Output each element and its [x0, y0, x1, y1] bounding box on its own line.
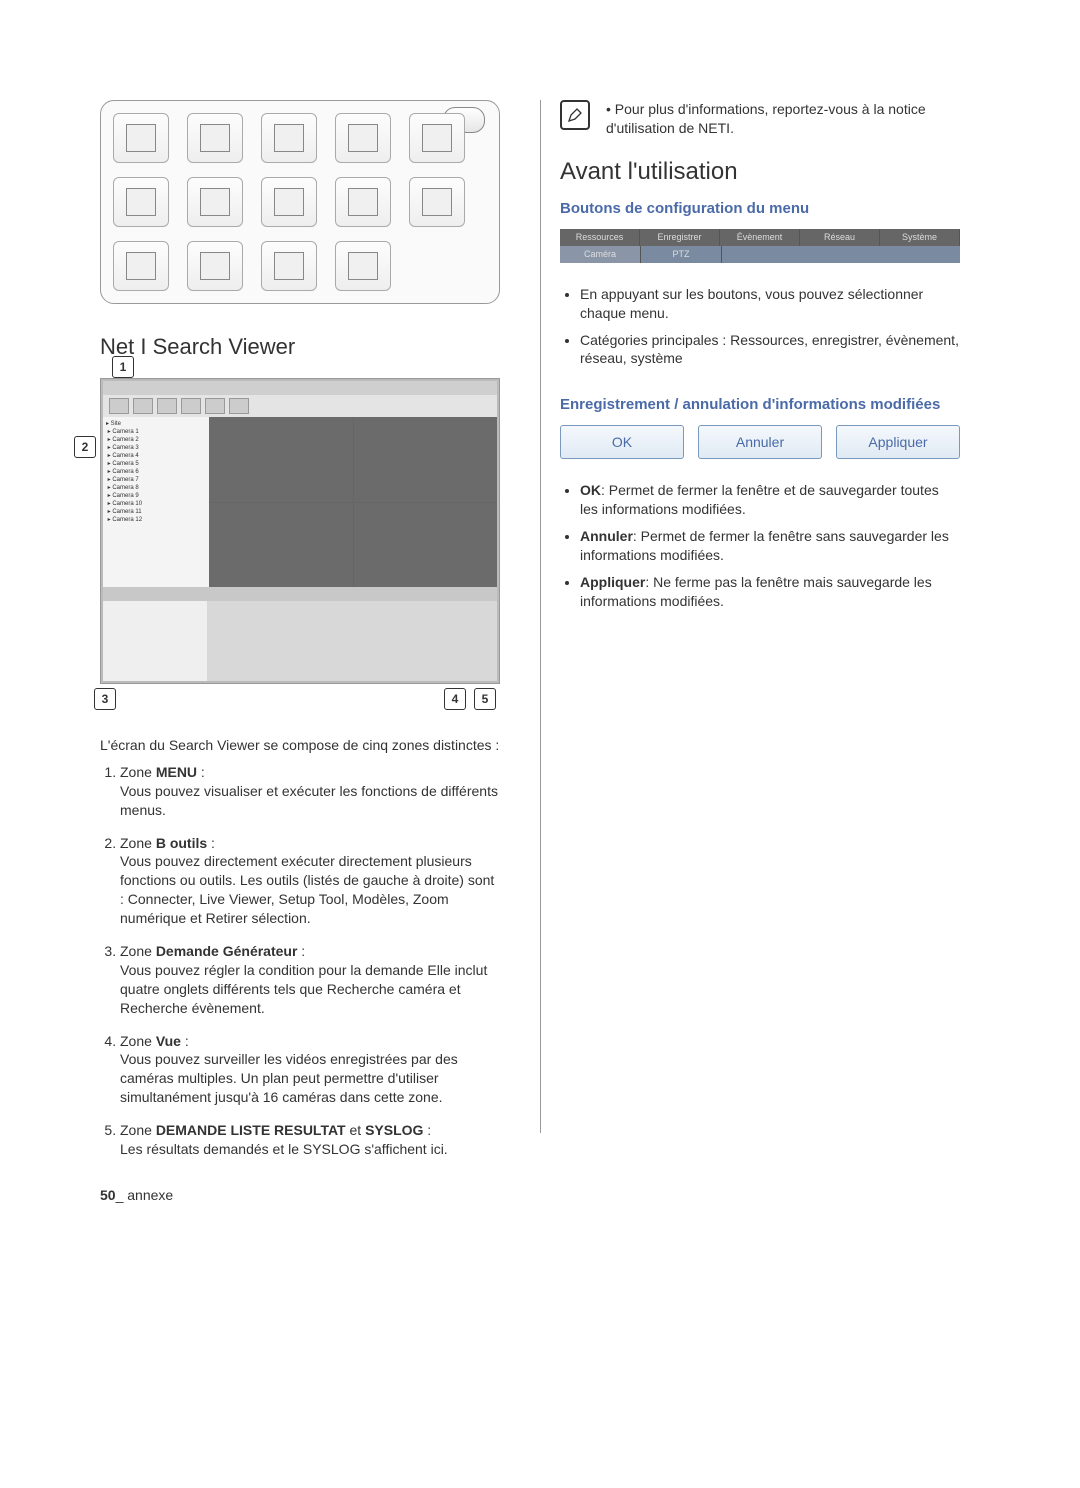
zone-name: Vue [156, 1033, 181, 1049]
viewer-screenshot: ▸ Site ▸ Camera 1 ▸ Camera 2 ▸ Camera 3 … [100, 378, 500, 684]
layout-option [261, 177, 317, 227]
callout-3: 3 [94, 688, 116, 710]
zone-name: Demande Générateur [156, 943, 298, 959]
tab-enregistrer: Enregistrer [640, 229, 720, 246]
column-divider [540, 100, 541, 1133]
layout-option [187, 241, 243, 291]
dialog-buttons-figure: OK Annuler Appliquer [560, 425, 960, 459]
layout-option [335, 113, 391, 163]
callout-2: 2 [74, 436, 96, 458]
viewer-intro: L'écran du Search Viewer se compose de c… [100, 736, 500, 755]
page-number: 50 [100, 1187, 116, 1203]
layout-option [187, 177, 243, 227]
list-item: En appuyant sur les boutons, vous pouvez… [580, 285, 960, 323]
apply-button: Appliquer [836, 425, 960, 459]
zone-name: DEMANDE LISTE RESULTAT [156, 1122, 346, 1138]
menu-bullets: En appuyant sur les boutons, vous pouvez… [560, 285, 960, 369]
layout-row [113, 113, 487, 163]
footer-label: _ annexe [116, 1187, 174, 1203]
subtab-camera: Caméra [560, 246, 641, 263]
tab-evenement: Évènement [720, 229, 800, 246]
viewer-screenshot-wrap: 1 2 ▸ Site ▸ Camera 1 ▸ Camera 2 ▸ Camer… [100, 378, 500, 684]
layout-option [113, 241, 169, 291]
zone-body: Vous pouvez visualiser et exécuter les f… [120, 782, 500, 820]
zone-item: Zone MENU : Vous pouvez visualiser et ex… [120, 763, 500, 820]
enregistrement-subheading: Enregistrement / annulation d'informatio… [560, 396, 960, 413]
ok-button: OK [560, 425, 684, 459]
layout-option [335, 241, 391, 291]
note-text: • Pour plus d'informations, reportez-vou… [602, 100, 960, 138]
zone-name: B outils [156, 835, 207, 851]
zone-body: Les résultats demandés et le SYSLOG s'af… [120, 1140, 500, 1159]
layout-option [261, 113, 317, 163]
page: Net I Search Viewer 1 2 ▸ Site ▸ Camera … [0, 0, 1080, 1233]
layout-option [335, 177, 391, 227]
viewer-heading: Net I Search Viewer [100, 334, 500, 360]
cancel-button: Annuler [698, 425, 822, 459]
strong-appliquer: Appliquer [580, 574, 645, 590]
zone-body: Vous pouvez surveiller les vidéos enregi… [120, 1050, 500, 1107]
info-note: • Pour plus d'informations, reportez-vou… [560, 100, 960, 138]
left-column: Net I Search Viewer 1 2 ▸ Site ▸ Camera … [100, 100, 500, 1173]
screenshot-tree: ▸ Site ▸ Camera 1 ▸ Camera 2 ▸ Camera 3 … [103, 417, 209, 587]
callout-5: 5 [474, 688, 496, 710]
list-item: OK: Permet de fermer la fenêtre et de sa… [580, 481, 960, 519]
boutons-subheading: Boutons de configuration du menu [560, 200, 960, 217]
zone-body: Vous pouvez directement exécuter directe… [120, 852, 500, 928]
layout-option [113, 113, 169, 163]
layout-option [113, 177, 169, 227]
zone-item: Zone B outils : Vous pouvez directement … [120, 834, 500, 928]
right-column: • Pour plus d'informations, reportez-vou… [560, 100, 960, 1173]
layout-option [261, 241, 317, 291]
avant-heading: Avant l'utilisation [560, 158, 960, 186]
list-item: Appliquer: Ne ferme pas la fenêtre mais … [580, 573, 960, 611]
page-footer: 50_ annexe [100, 1187, 173, 1203]
pencil-note-icon [560, 100, 590, 130]
list-item: Catégories principales : Ressources, enr… [580, 331, 960, 369]
layout-selector-figure [100, 100, 500, 304]
zones-list: Zone MENU : Vous pouvez visualiser et ex… [100, 763, 500, 1159]
callout-4: 4 [444, 688, 466, 710]
list-item: Annuler: Permet de fermer la fenêtre san… [580, 527, 960, 565]
strong-ok: OK [580, 482, 601, 498]
zone-item: Zone Demande Générateur : Vous pouvez ré… [120, 942, 500, 1018]
button-desc-bullets: OK: Permet de fermer la fenêtre et de sa… [560, 481, 960, 610]
layout-option [187, 113, 243, 163]
tab-systeme: Système [880, 229, 960, 246]
tab-reseau: Réseau [800, 229, 880, 246]
layout-row [113, 241, 487, 291]
zone-name: MENU [156, 764, 197, 780]
layout-row [113, 177, 487, 227]
subtab-ptz: PTZ [641, 246, 722, 263]
zone-name-2: SYSLOG [365, 1122, 423, 1138]
callout-1: 1 [112, 356, 134, 378]
menu-tabs-figure: Ressources Enregistrer Évènement Réseau … [560, 229, 960, 263]
layout-option [409, 177, 465, 227]
layout-option [409, 113, 465, 163]
tab-ressources: Ressources [560, 229, 640, 246]
zone-item: Zone DEMANDE LISTE RESULTAT et SYSLOG : … [120, 1121, 500, 1159]
zone-item: Zone Vue : Vous pouvez surveiller les vi… [120, 1032, 500, 1108]
zone-body: Vous pouvez régler la condition pour la … [120, 961, 500, 1018]
strong-annuler: Annuler [580, 528, 633, 544]
